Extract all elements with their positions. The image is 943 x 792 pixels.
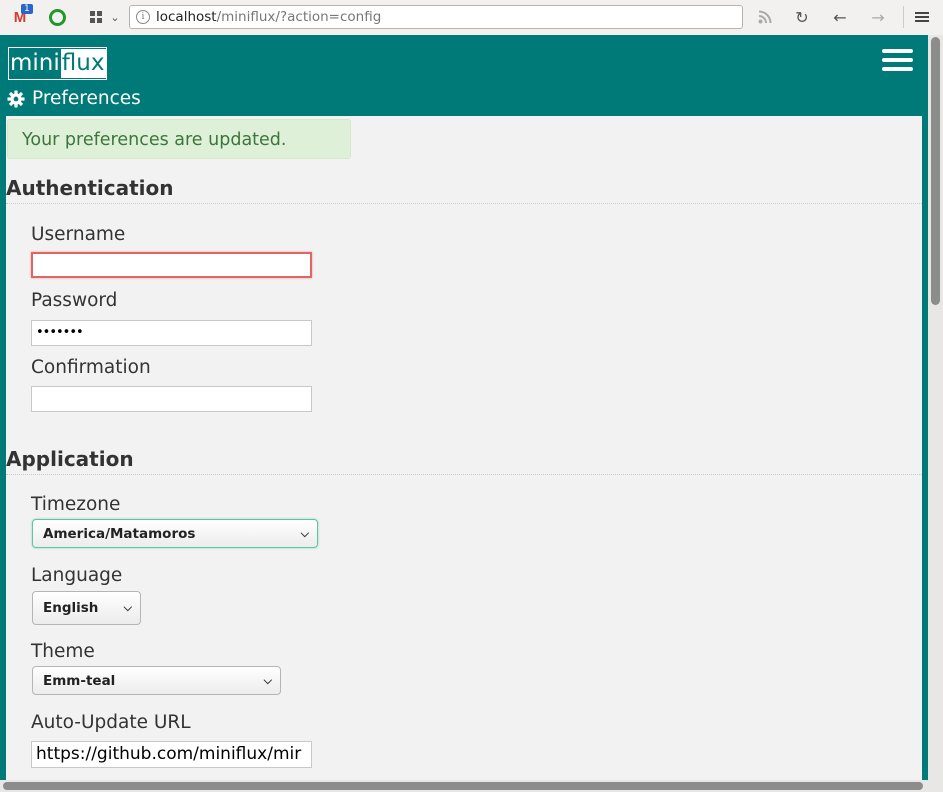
miniflux-logo[interactable]: mini flux: [8, 47, 108, 80]
forward-arrow-icon[interactable]: →: [868, 5, 888, 29]
timezone-label: Timezone: [31, 494, 121, 515]
miniflux-page: mini flux Preferences Your preferences a…: [0, 35, 928, 780]
success-alert: Your preferences are updated.: [7, 119, 351, 159]
confirmation-label: Confirmation: [31, 357, 151, 378]
back-arrow-icon[interactable]: ←: [830, 5, 850, 29]
toolbar-separator: [903, 6, 904, 28]
chevron-down-icon: ⌵: [263, 673, 272, 687]
gmail-extension-icon[interactable]: M 1: [8, 4, 33, 29]
chevron-down-icon: ⌵: [300, 526, 309, 540]
gear-icon: [7, 89, 25, 108]
username-input[interactable]: [31, 252, 312, 278]
url-host: localhost: [156, 9, 217, 25]
auto-update-url-label: Auto-Update URL: [31, 712, 191, 733]
site-info-icon[interactable]: i: [136, 10, 150, 24]
horizontal-scrollbar[interactable]: [0, 780, 928, 792]
timezone-select[interactable]: America/Matamoros ⌵: [32, 519, 318, 548]
confirmation-input[interactable]: [31, 386, 312, 412]
auto-update-url-input[interactable]: https://github.com/miniflux/mir: [31, 741, 312, 768]
address-bar[interactable]: i localhost/miniflux/?action=config: [129, 5, 743, 29]
logo-mini: mini: [10, 50, 60, 76]
browser-toolbar: M 1 ⌄ i localhost/miniflux/?action=confi…: [0, 0, 943, 36]
rss-feed-icon[interactable]: [755, 5, 775, 29]
horizontal-scrollbar-thumb[interactable]: [3, 782, 923, 790]
theme-value: Emm-teal: [43, 672, 116, 689]
page-title-text: Preferences: [32, 88, 141, 109]
theme-select[interactable]: Emm-teal ⌵: [32, 666, 281, 695]
apps-grid-icon[interactable]: [86, 5, 106, 29]
preferences-form: Your preferences are updated. Authentica…: [6, 116, 922, 780]
password-label: Password: [31, 290, 118, 311]
vertical-scrollbar[interactable]: [928, 35, 943, 792]
gmail-unread-badge: 1: [21, 4, 33, 14]
section-heading-application: Application: [6, 447, 922, 475]
username-label: Username: [31, 224, 126, 245]
timezone-value: America/Matamoros: [43, 525, 196, 542]
logo-flux: flux: [60, 49, 107, 78]
url-path: /miniflux/?action=config: [216, 9, 382, 25]
vertical-scrollbar-thumb[interactable]: [931, 37, 940, 305]
theme-label: Theme: [31, 641, 95, 662]
chevron-down-icon[interactable]: ⌄: [108, 5, 122, 29]
reload-icon[interactable]: ↻: [792, 5, 812, 29]
section-heading-authentication: Authentication: [6, 176, 922, 204]
hamburger-menu-icon[interactable]: [882, 49, 913, 71]
chevron-down-icon: ⌵: [123, 601, 132, 614]
language-label: Language: [31, 565, 123, 586]
language-select[interactable]: English ⌵: [32, 591, 141, 625]
extension-ring-icon[interactable]: [45, 5, 69, 29]
page-title: Preferences: [7, 88, 141, 109]
language-value: English: [43, 600, 99, 616]
browser-menu-icon[interactable]: [911, 5, 933, 29]
password-input[interactable]: •••••••: [31, 320, 312, 346]
